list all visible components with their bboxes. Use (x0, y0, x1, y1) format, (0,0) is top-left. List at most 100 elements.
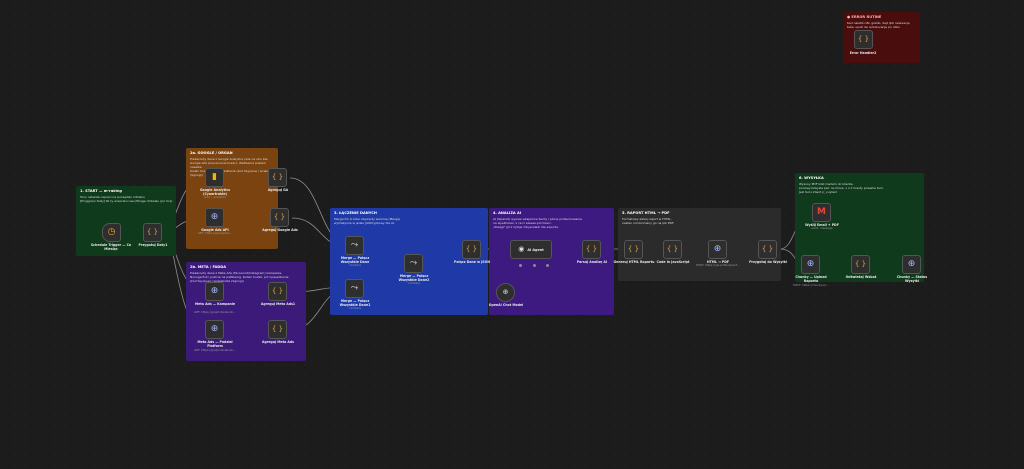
globe-icon: ⊕ (210, 212, 219, 222)
globe-icon: ⊕ (907, 259, 916, 269)
openai-icon: ⊕ (502, 288, 509, 296)
group-description: Tono rabante capreci na punepdan intrabi… (80, 195, 173, 203)
code-braces-icon: { } (854, 260, 867, 268)
group-description: Formatowy kaleq raport w HTML, nastan om… (622, 217, 675, 225)
node-label: Agreguj Meta Ads (262, 340, 294, 344)
upload-report-node[interactable]: ⊕ (801, 255, 820, 274)
globe-icon: ⊕ (713, 244, 722, 254)
group-title: 4. ANALIZA AI (493, 211, 522, 215)
node-label: Chunky — Status Wysyłki (896, 275, 928, 283)
node-label: Meta Ads — Kampanie (194, 302, 236, 306)
aggregate-meta-ads1-node[interactable]: { } (268, 282, 287, 301)
prepare-dates-node[interactable]: { } (143, 223, 162, 242)
code-braces-icon: { } (666, 245, 679, 253)
node-label: Code in JavaScript (656, 260, 690, 264)
node-subtitle: GET: https://graph.facebook… (194, 310, 236, 314)
node-label: OpenAI Chat Model (488, 303, 524, 307)
merge-icon: ⤳ (409, 258, 418, 268)
globe-icon: ⊕ (806, 259, 815, 269)
meta-ads-campaigns-node[interactable]: ⊕ (205, 282, 224, 301)
code-braces-icon: { } (465, 245, 478, 253)
group-description: Wysvoy PDF kilst mailem do klienta, pono… (799, 182, 884, 194)
code-braces-icon: { } (271, 173, 284, 181)
group-title: 2a. GOOGLE / ORGAN (190, 151, 233, 155)
group-description: Mergochó lo bibe obywarty waronie (Merge… (334, 217, 401, 225)
node-subtitle: POST: https://chunky.io/… (793, 283, 829, 287)
group-title: 1. START — m-raking (80, 189, 122, 193)
group-title: 3. ŁĄCZENIE DANYCH (334, 211, 377, 215)
prepare-send-node[interactable]: { } (758, 240, 777, 259)
code-braces-icon: { } (761, 245, 774, 253)
node-label: Chunky — Upload Raportu (795, 275, 827, 283)
node-label: Odświeżaj Wskaż (845, 275, 877, 279)
node-subtitle: combine (348, 306, 362, 310)
node-label: Przygotuj do Wysyłki (749, 260, 787, 264)
group-title: 6. WYSYŁKA (799, 176, 824, 180)
gmail-send-node[interactable]: M (812, 203, 831, 222)
node-label: Generuj HTML Raportu (613, 260, 655, 264)
merge-all-data-node[interactable]: ⤳ (345, 236, 364, 255)
node-subtitle: GET: https://googleads… (197, 231, 233, 235)
node-label: AI Agent (527, 247, 544, 252)
node-subtitle: send: message (811, 226, 833, 230)
merge-icon: ⤳ (350, 283, 359, 293)
globe-icon: ⊕ (210, 286, 219, 296)
node-label: Połącz Dane w JSON (454, 260, 490, 264)
aggregate-ga-node[interactable]: { } (268, 168, 287, 187)
merge-all-data2-node[interactable]: ⤳ (404, 254, 423, 273)
clock-icon: ◷ (107, 227, 116, 237)
google-analytics-node[interactable]: ▮ (205, 168, 224, 187)
code-javascript-node[interactable]: { } (663, 240, 682, 259)
group-description: AI (OpenAI) wyowa wzajemne Sonty i plona… (493, 217, 582, 229)
node-label: Meta Ads — Podział Platform (197, 340, 233, 348)
send-status-node[interactable]: ⊕ (902, 255, 921, 274)
node-label: Agreguj Meta Ads1 (260, 302, 296, 306)
group-title: 2b. META / FADDA (190, 265, 227, 269)
code-braces-icon: { } (627, 245, 640, 253)
group-title: ● ERROR RUTINE (847, 15, 882, 19)
workflow-canvas[interactable]: ● ERROR RUTINE Kad naletiš n8n greški, d… (0, 0, 1024, 469)
memory-port[interactable] (533, 264, 536, 267)
node-subtitle: GA4 • analytics (204, 195, 226, 199)
refresh-node[interactable]: { } (851, 255, 870, 274)
code-braces-icon: { } (273, 213, 286, 221)
robot-icon: ◉ (518, 245, 525, 253)
node-label: Agreguj GA (267, 188, 289, 192)
node-label: Parsuj Analizę AI (576, 260, 608, 264)
gmail-icon: M (817, 207, 826, 217)
code-braces-icon: { } (146, 228, 159, 236)
merge-all-data1-node[interactable]: ⤳ (345, 279, 364, 298)
google-ads-node[interactable]: ⊕ (205, 208, 224, 227)
node-label: Agreguj Google Ads (262, 228, 298, 232)
error-handler-node[interactable]: { } (854, 30, 873, 49)
meta-ads-platforms-node[interactable]: ⊕ (205, 320, 224, 339)
node-subtitle: combine (407, 281, 421, 285)
group-description: Prekarouty dane z Google Analytics (wie … (190, 157, 277, 177)
code-braces-icon: { } (585, 245, 598, 253)
node-subtitle: combine (348, 263, 362, 267)
ai-agent-node[interactable]: ◉ AI Agent (510, 240, 552, 259)
chat-model-port[interactable] (519, 264, 522, 267)
html-to-pdf-node[interactable]: ⊕ (708, 240, 727, 259)
code-braces-icon: { } (271, 287, 284, 295)
group-description: Kad naletiš n8n greški, dajt ljidi rešav… (847, 21, 910, 29)
code-braces-icon: { } (857, 35, 870, 43)
group-title: 5. RAPORT HTML → PDF (622, 211, 670, 215)
merge-icon: ⤳ (350, 240, 359, 250)
aggregate-meta-ads-node[interactable]: { } (268, 320, 287, 339)
node-label: Przygotuj Daty1 (138, 243, 168, 247)
combine-json-node[interactable]: { } (462, 240, 481, 259)
bar-chart-icon: ▮ (212, 172, 217, 182)
openai-chat-model-node[interactable]: ⊕ (496, 283, 515, 302)
code-braces-icon: { } (271, 325, 284, 333)
node-label: Schedule Trigger — Co Miesiąc (90, 243, 132, 251)
aggregate-google-ads-node[interactable]: { } (270, 208, 289, 227)
globe-icon: ⊕ (210, 324, 219, 334)
generate-html-node[interactable]: { } (624, 240, 643, 259)
node-subtitle: GET: https://graph.facebook… (194, 348, 236, 352)
node-label: Error Handler2 (849, 51, 877, 55)
schedule-trigger-node[interactable]: ◷ (102, 223, 121, 242)
parse-ai-node[interactable]: { } (582, 240, 601, 259)
node-subtitle: POST: https://api.pdfendpoint… (696, 263, 740, 267)
tool-port[interactable] (546, 264, 549, 267)
